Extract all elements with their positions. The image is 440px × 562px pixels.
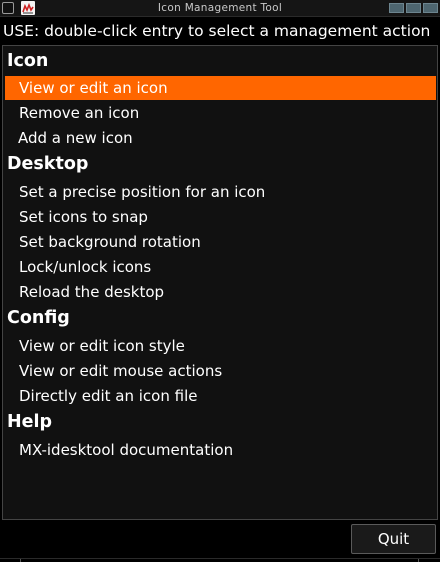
maximize-icon[interactable] (406, 3, 421, 13)
minimize-icon[interactable] (389, 3, 404, 13)
title-bar[interactable]: Icon Management Tool (0, 0, 440, 17)
list-item-remove-icon[interactable]: Remove an icon (5, 101, 436, 125)
section-header-config: Config (7, 308, 70, 328)
list-item-background-rotation[interactable]: Set background rotation (5, 230, 436, 254)
list-item-set-snap[interactable]: Set icons to snap (5, 205, 436, 229)
section-header-help: Help (7, 412, 53, 432)
window-bottom-border[interactable] (0, 558, 440, 562)
list-item-lock-unlock[interactable]: Lock/unlock icons (5, 255, 436, 279)
action-list[interactable]: Icon View or edit an icon Remove an icon… (2, 45, 438, 520)
list-item-view-edit-icon[interactable]: View or edit an icon (5, 76, 436, 100)
close-icon[interactable] (423, 3, 438, 13)
window-title: Icon Management Tool (157, 2, 283, 14)
app-window: Icon Management Tool USE: double-click e… (0, 0, 440, 562)
list-item-reload-desktop[interactable]: Reload the desktop (5, 280, 436, 304)
list-item-set-position[interactable]: Set a precise position for an icon (5, 180, 436, 204)
list-item-icon-style[interactable]: View or edit icon style (5, 334, 436, 358)
list-item-add-icon[interactable]: Add a new icon (5, 126, 436, 150)
list-item-edit-icon-file[interactable]: Directly edit an icon file (5, 384, 436, 408)
list-item-mouse-actions[interactable]: View or edit mouse actions (5, 359, 436, 383)
quit-button[interactable]: Quit (351, 524, 436, 554)
list-item-documentation[interactable]: MX-idesktool documentation (5, 438, 436, 462)
usage-instructions: USE: double-click entry to select a mana… (3, 22, 431, 40)
section-header-desktop: Desktop (7, 154, 89, 174)
section-header-icon: Icon (7, 51, 49, 71)
